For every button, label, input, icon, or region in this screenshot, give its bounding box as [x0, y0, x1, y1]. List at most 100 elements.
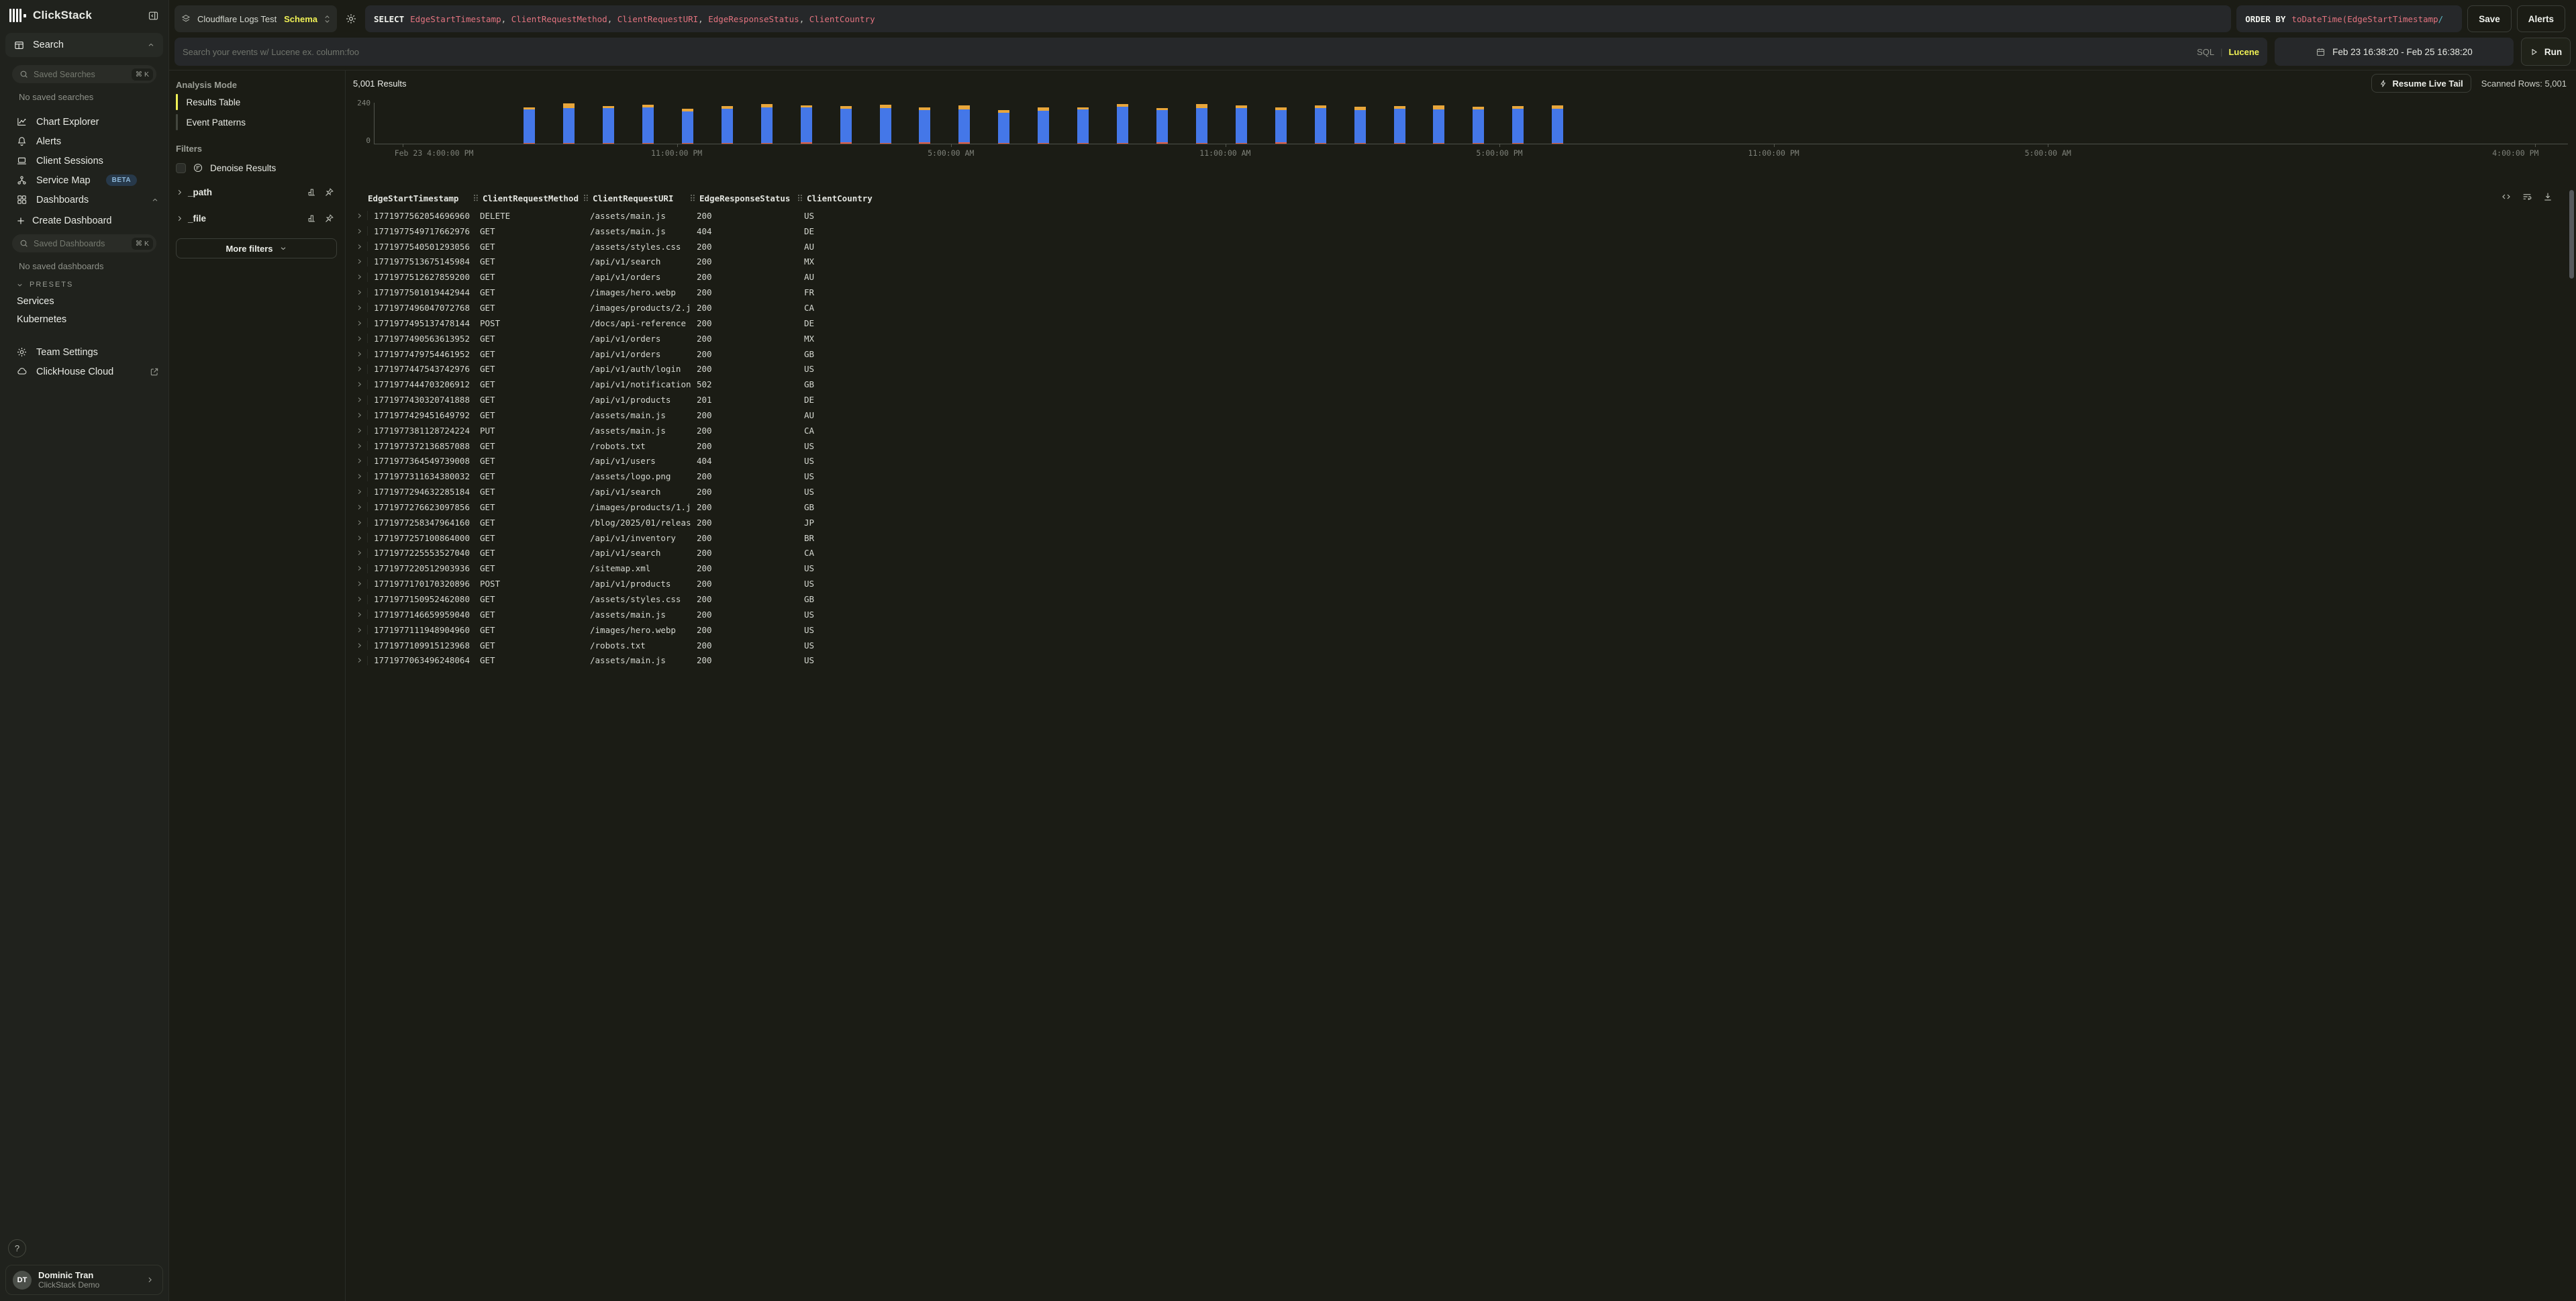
- row-expand-chevron-icon[interactable]: [352, 610, 368, 619]
- mode-results-table[interactable]: Results Table: [176, 94, 337, 110]
- table-row[interactable]: 1771977257100864000GET/api/v1/inventory2…: [352, 530, 2576, 546]
- table-row[interactable]: 1771977496047072768GET/images/products/2…: [352, 300, 2576, 316]
- table-row[interactable]: 1771977294632285184GET/api/v1/search200U…: [352, 484, 2576, 499]
- help-button[interactable]: ?: [8, 1239, 26, 1257]
- filter-field-file[interactable]: _file: [176, 211, 337, 226]
- table-row[interactable]: 1771977513675145984GET/api/v1/search200M…: [352, 254, 2576, 270]
- table-row[interactable]: 1771977512627859200GET/api/v1/orders200A…: [352, 269, 2576, 285]
- saved-searches-search[interactable]: ⌘ K: [12, 65, 156, 83]
- histogram-bar[interactable]: [642, 103, 654, 144]
- histogram-bar[interactable]: [563, 103, 575, 144]
- create-dashboard-button[interactable]: Create Dashboard: [16, 215, 168, 226]
- histogram-bar[interactable]: [1236, 103, 1247, 144]
- table-row[interactable]: 1771977444703206912GET/api/v1/notificati…: [352, 377, 2576, 392]
- filter-field-path[interactable]: _path: [176, 185, 337, 199]
- row-expand-chevron-icon[interactable]: [352, 595, 368, 604]
- histogram-bar[interactable]: [919, 103, 930, 144]
- row-expand-chevron-icon[interactable]: [352, 226, 368, 236]
- sidebar-item-team-settings[interactable]: Team Settings: [0, 342, 168, 362]
- histogram-bar[interactable]: [722, 103, 733, 144]
- presets-toggle[interactable]: PRESETS: [16, 281, 168, 289]
- row-expand-chevron-icon[interactable]: [352, 288, 368, 297]
- histogram-bar[interactable]: [958, 103, 970, 144]
- sidebar-collapse-icon[interactable]: [148, 10, 159, 21]
- denoise-checkbox[interactable]: [176, 163, 186, 173]
- row-expand-chevron-icon[interactable]: [352, 441, 368, 450]
- histogram-bar[interactable]: [1315, 103, 1326, 144]
- histogram-bar[interactable]: [1394, 103, 1405, 144]
- field-chart-icon[interactable]: [307, 187, 317, 197]
- row-expand-chevron-icon[interactable]: [352, 625, 368, 634]
- table-row[interactable]: 1771977258347964160GET/blog/2025/01/rele…: [352, 515, 2576, 530]
- histogram-bar[interactable]: [1196, 103, 1207, 144]
- column-drag-handle-icon[interactable]: [798, 195, 802, 201]
- table-row[interactable]: 1771977429451649792GET/assets/main.js200…: [352, 407, 2576, 423]
- row-expand-chevron-icon[interactable]: [352, 380, 368, 389]
- table-row[interactable]: 1771977146659959040GET/assets/main.js200…: [352, 607, 2576, 622]
- date-range-picker[interactable]: Feb 23 16:38:20 - Feb 25 16:38:20: [2275, 38, 2514, 66]
- sidebar-item-dashboards[interactable]: Dashboards: [0, 190, 168, 209]
- histogram-bar[interactable]: [1473, 103, 1484, 144]
- row-expand-chevron-icon[interactable]: [352, 518, 368, 527]
- row-expand-chevron-icon[interactable]: [352, 426, 368, 435]
- table-row[interactable]: 1771977063496248064GET/assets/main.js200…: [352, 653, 2576, 668]
- table-row[interactable]: 1771977562054696960DELETE/assets/main.js…: [352, 208, 2576, 224]
- histogram-bar[interactable]: [880, 103, 891, 144]
- table-row[interactable]: 1771977220512903936GET/sitemap.xml200US: [352, 561, 2576, 576]
- row-expand-chevron-icon[interactable]: [352, 395, 368, 405]
- row-expand-chevron-icon[interactable]: [352, 318, 368, 328]
- row-expand-chevron-icon[interactable]: [352, 257, 368, 267]
- table-row[interactable]: 1771977372136857088GET/robots.txt200US: [352, 438, 2576, 454]
- field-pin-icon[interactable]: [324, 213, 334, 224]
- select-clause-input[interactable]: SELECT EdgeStartTimestamp, ClientRequest…: [365, 5, 2231, 32]
- histogram-bar[interactable]: [998, 103, 1009, 144]
- histogram-bar[interactable]: [1354, 103, 1366, 144]
- user-menu[interactable]: DT Dominic Tran ClickStack Demo: [5, 1265, 163, 1295]
- histogram-bar[interactable]: [1275, 103, 1287, 144]
- row-expand-chevron-icon[interactable]: [352, 564, 368, 573]
- histogram-bar[interactable]: [1077, 103, 1089, 144]
- row-expand-chevron-icon[interactable]: [352, 656, 368, 665]
- row-expand-chevron-icon[interactable]: [352, 334, 368, 343]
- row-expand-chevron-icon[interactable]: [352, 472, 368, 481]
- schema-link[interactable]: Schema: [284, 14, 317, 24]
- wrap-lines-icon[interactable]: [2522, 191, 2532, 202]
- column-header-method[interactable]: ClientRequestMethod: [474, 193, 584, 203]
- resume-live-tail-button[interactable]: Resume Live Tail: [2371, 74, 2471, 93]
- histogram-bar[interactable]: [603, 103, 614, 144]
- histogram-bar[interactable]: [682, 103, 693, 144]
- histogram-bar[interactable]: [840, 103, 852, 144]
- table-row[interactable]: 1771977364549739008GET/api/v1/users404US: [352, 454, 2576, 469]
- histogram-bar[interactable]: [524, 103, 535, 144]
- mode-event-patterns[interactable]: Event Patterns: [176, 114, 337, 130]
- table-row[interactable]: 1771977549717662976GET/assets/main.js404…: [352, 224, 2576, 239]
- row-expand-chevron-icon[interactable]: [352, 303, 368, 312]
- sidebar-item-search[interactable]: Search: [5, 33, 163, 57]
- chevron-up-icon[interactable]: [151, 196, 159, 204]
- column-drag-handle-icon[interactable]: [584, 195, 588, 201]
- download-icon[interactable]: [2542, 191, 2553, 202]
- column-header-country[interactable]: ClientCountry: [798, 193, 2576, 203]
- row-expand-chevron-icon[interactable]: [352, 533, 368, 542]
- row-expand-chevron-icon[interactable]: [352, 579, 368, 589]
- row-expand-chevron-icon[interactable]: [352, 365, 368, 374]
- scrollbar-thumb[interactable]: [2569, 190, 2574, 279]
- preset-item-services[interactable]: Services: [17, 296, 168, 307]
- column-header-uri[interactable]: ClientRequestURI: [584, 193, 691, 203]
- more-filters-button[interactable]: More filters: [176, 238, 337, 258]
- chevron-up-icon[interactable]: [147, 41, 155, 49]
- histogram-bar[interactable]: [1038, 103, 1049, 144]
- table-row[interactable]: 1771977501019442944GET/images/hero.webp2…: [352, 285, 2576, 300]
- column-header-timestamp[interactable]: EdgeStartTimestamp: [368, 193, 474, 203]
- table-row[interactable]: 1771977111948904960GET/images/hero.webp2…: [352, 622, 2576, 638]
- denoise-results-toggle[interactable]: Denoise Results: [176, 162, 337, 173]
- table-row[interactable]: 1771977170170320896POST/api/v1/products2…: [352, 576, 2576, 591]
- row-expand-chevron-icon[interactable]: [352, 273, 368, 282]
- table-row[interactable]: 1771977430320741888GET/api/v1/products20…: [352, 392, 2576, 407]
- sidebar-item-alerts[interactable]: Alerts: [0, 132, 168, 151]
- lucene-mode-button[interactable]: Lucene: [2228, 47, 2259, 57]
- column-drag-handle-icon[interactable]: [691, 195, 695, 201]
- table-row[interactable]: 1771977276623097856GET/images/products/1…: [352, 499, 2576, 515]
- table-row[interactable]: 1771977225553527040GET/api/v1/search200C…: [352, 546, 2576, 561]
- field-chart-icon[interactable]: [307, 213, 317, 224]
